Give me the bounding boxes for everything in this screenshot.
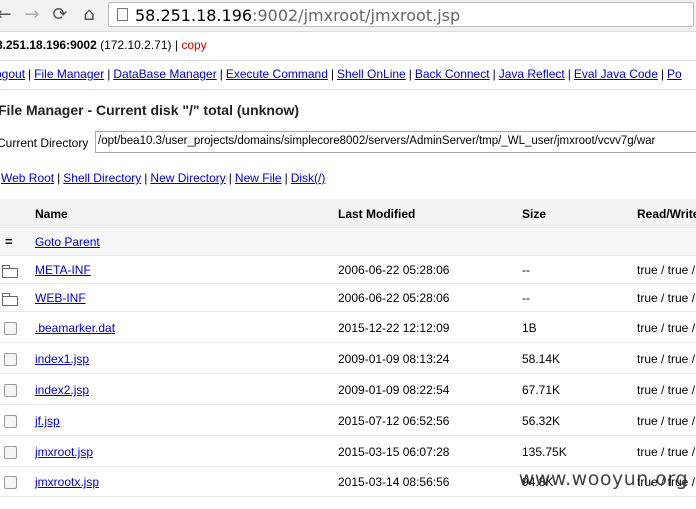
file-name-link[interactable]: index1.jsp xyxy=(35,352,89,366)
folder-icon xyxy=(2,265,18,278)
header-last-modified[interactable]: Last Modified xyxy=(338,207,415,221)
last-modified: 2015-12-22 12:12:09 xyxy=(338,321,450,335)
table-header: Name Last Modified Size Read/Write xyxy=(0,199,696,228)
reload-icon[interactable]: ⟳ xyxy=(50,4,70,25)
last-modified: 2015-03-15 06:07:28 xyxy=(338,445,450,459)
row-checkbox[interactable] xyxy=(4,446,17,459)
home-icon[interactable]: ⌂ xyxy=(79,4,99,25)
file-name-link[interactable]: META-INF xyxy=(35,263,91,277)
last-modified: 2006-06-22 05:28:06 xyxy=(338,263,450,277)
divider xyxy=(0,60,696,61)
file-name-link[interactable]: index2.jsp xyxy=(35,383,89,397)
browser-toolbar: ← → ⟳ ⌂ 58.251.18.196:9002/jmxroot/jmxro… xyxy=(0,0,696,32)
permissions: true / true / xyxy=(637,445,696,459)
server-info: 8.251.18.196:9002 (172.10.2.71) | copy xyxy=(0,38,207,52)
menu-separator: | xyxy=(660,67,665,81)
main-menu: ogout|File Manager|DataBase Manager|Exec… xyxy=(0,67,682,81)
permissions: true / true / xyxy=(637,414,696,428)
action-new-directory[interactable]: New Directory xyxy=(150,171,225,185)
file-size: 135.75K xyxy=(522,445,567,459)
file-name-link[interactable]: jf.jsp xyxy=(35,414,60,428)
server-host: 8.251.18.196:9002 xyxy=(0,38,97,52)
menu-separator: | xyxy=(219,67,223,81)
url-text: 58.251.18.196:9002/jmxroot/jmxroot.jsp xyxy=(135,6,461,25)
file-size: 1B xyxy=(522,321,537,335)
row-checkbox[interactable] xyxy=(4,476,17,489)
page-icon xyxy=(117,8,128,21)
menu-separator: | xyxy=(492,67,496,81)
action-disk[interactable]: Disk(/) xyxy=(291,171,326,185)
directory-actions: Web Root | Shell Directory | New Directory | N… xyxy=(1,171,325,185)
last-modified: 2006-06-22 05:28:06 xyxy=(338,291,450,305)
parent-dir-icon: = xyxy=(5,234,13,249)
row-checkbox[interactable] xyxy=(4,384,17,397)
menu-item-back-connect[interactable]: Back Connect xyxy=(415,67,490,81)
menu-separator: | xyxy=(408,67,412,81)
action-shell-directory[interactable]: Shell Directory xyxy=(63,171,141,185)
last-modified: 2015-07-12 06:52:56 xyxy=(338,414,450,428)
server-ip: (172.10.2.71) xyxy=(100,38,172,52)
last-modified: 2009-01-09 08:13:24 xyxy=(338,352,450,366)
file-size: -- xyxy=(522,291,530,305)
file-size: 56.32K xyxy=(522,414,561,428)
file-size: 67.71K xyxy=(522,383,561,397)
file-name-link[interactable]: Goto Parent xyxy=(35,235,100,249)
back-icon[interactable]: ← xyxy=(0,4,14,25)
menu-item-eval-java-code[interactable]: Eval Java Code xyxy=(574,67,658,81)
table-row: .beamarker.dat 2015-12-22 12:12:09 1B true … xyxy=(0,312,696,343)
permissions: true / true / xyxy=(637,291,696,305)
current-directory-label: Current Directory xyxy=(0,136,89,150)
address-bar[interactable]: 58.251.18.196:9002/jmxroot/jmxroot.jsp xyxy=(108,2,694,27)
file-size: 58.14K xyxy=(522,352,561,366)
permissions: true / true / xyxy=(637,352,696,366)
permissions: true / true / xyxy=(637,321,696,335)
permissions: true / true / xyxy=(637,383,696,397)
table-row: index2.jsp 2009-01-09 08:22:54 67.71K true … xyxy=(0,374,696,405)
row-checkbox[interactable] xyxy=(4,415,17,428)
menu-item-file-manager[interactable]: File Manager xyxy=(34,67,104,81)
current-directory-input[interactable]: /opt/bea10.3/user_projects/domains/simpl… xyxy=(95,131,696,153)
file-name-link[interactable]: WEB-INF xyxy=(35,291,86,305)
header-name[interactable]: Name xyxy=(35,207,68,221)
menu-separator: | xyxy=(28,67,32,81)
file-name-link[interactable]: .beamarker.dat xyxy=(35,321,115,335)
table-row: jmxroot.jsp 2015-03-15 06:07:28 135.75K tru… xyxy=(0,436,696,467)
menu-item-po[interactable]: Po xyxy=(667,67,682,81)
action-web-root[interactable]: Web Root xyxy=(1,171,54,185)
action-separator: | xyxy=(57,171,61,185)
menu-item-java-reflect[interactable]: Java Reflect xyxy=(499,67,565,81)
menu-item-shell-online[interactable]: Shell OnLine xyxy=(337,67,406,81)
row-checkbox[interactable] xyxy=(4,322,17,335)
last-modified: 2009-01-09 08:22:54 xyxy=(338,383,450,397)
table-row: jf.jsp 2015-07-12 06:52:56 56.32K true / tr… xyxy=(0,405,696,436)
menu-item-database-manager[interactable]: DataBase Manager xyxy=(113,67,216,81)
menu-separator: | xyxy=(107,67,111,81)
action-separator: | xyxy=(228,171,232,185)
menu-separator: | xyxy=(567,67,571,81)
file-size: -- xyxy=(522,263,530,277)
header-read-write[interactable]: Read/Write xyxy=(637,207,696,221)
last-modified: 2015-03-14 08:56:56 xyxy=(338,475,450,489)
file-name-link[interactable]: jmxrootx.jsp xyxy=(35,475,99,489)
menu-item-execute-command[interactable]: Execute Command xyxy=(226,67,328,81)
table-row: META-INF 2006-06-22 05:28:06 -- true / true… xyxy=(0,256,696,284)
file-name-link[interactable]: jmxroot.jsp xyxy=(35,445,93,459)
action-separator: | xyxy=(284,171,288,185)
folder-icon xyxy=(2,293,18,306)
table-row: index1.jsp 2009-01-09 08:13:24 58.14K true … xyxy=(0,343,696,374)
menu-item-ogout[interactable]: ogout xyxy=(0,67,25,81)
watermark: www.wooyun.org xyxy=(518,468,688,490)
table-row: = Goto Parent xyxy=(0,228,696,256)
copy-link[interactable]: copy xyxy=(181,38,206,52)
permissions: true / true / xyxy=(637,263,696,277)
action-new-file[interactable]: New File xyxy=(235,171,282,185)
divider xyxy=(0,89,696,90)
row-checkbox[interactable] xyxy=(4,353,17,366)
table-row: WEB-INF 2006-06-22 05:28:06 -- true / true … xyxy=(0,284,696,312)
forward-icon[interactable]: → xyxy=(22,4,42,25)
menu-separator: | xyxy=(330,67,335,81)
page-title: File Manager - Current disk "/" total (u… xyxy=(0,102,300,118)
header-size[interactable]: Size xyxy=(522,207,546,221)
